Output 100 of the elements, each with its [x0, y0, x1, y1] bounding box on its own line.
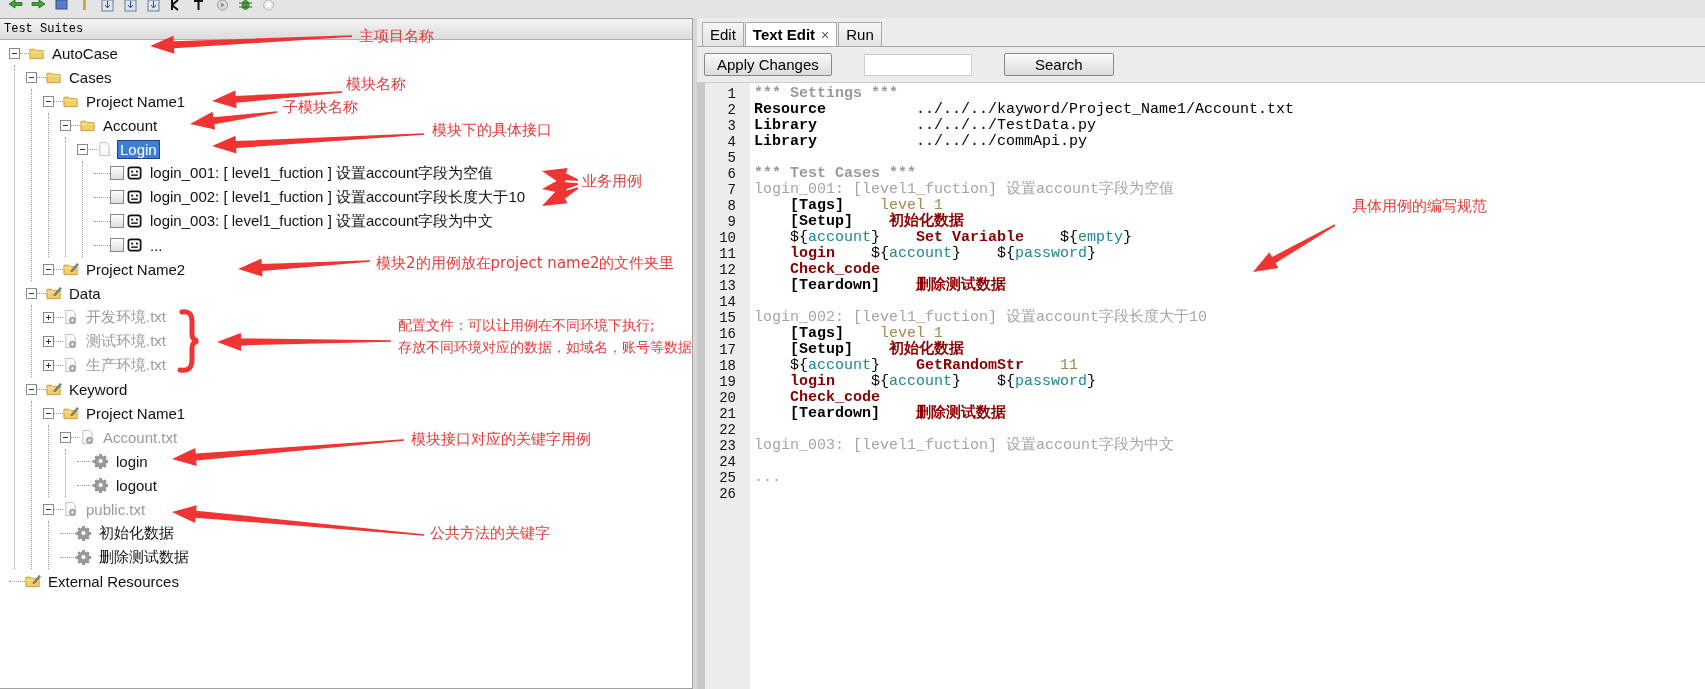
tree-item[interactable]: login_003: [ level1_fuction ] 设置account字段为中文 [147, 210, 497, 232]
search-field[interactable] [863, 53, 972, 76]
gear-page-icon [80, 429, 96, 445]
tab[interactable]: Run [838, 22, 882, 46]
expand-toggle[interactable] [43, 359, 54, 371]
tree-item[interactable]: 初始化数据 [96, 522, 177, 544]
code-token: account [889, 246, 953, 262]
line-number: 2 [726, 102, 737, 118]
expand-toggle[interactable] [43, 311, 54, 323]
tree-item[interactable]: login_001: [ level1_fuction ] 设置account字段为空值 [147, 162, 497, 184]
annotation-text: 配置文件：可以让用例在不同环境下执行; [398, 317, 655, 335]
tree-item[interactable]: 删除测试数据 [96, 546, 192, 568]
collapse-toggle[interactable] [43, 503, 54, 515]
tree-item[interactable]: ... [147, 235, 166, 255]
robot-face-icon [127, 237, 143, 253]
gear-page-icon [63, 501, 79, 517]
checkbox[interactable] [110, 166, 124, 180]
annotation-text: 模块接口对应的关键字用例 [411, 430, 591, 449]
code-token: account [889, 374, 953, 390]
code-token: Set Variable [915, 230, 1025, 246]
apply-changes-button[interactable]: Apply Changes [704, 53, 832, 76]
code-token: ../../../kayword/Project_Name1/Account.txt [915, 102, 1295, 118]
tab[interactable]: Text Edit × [744, 22, 838, 46]
code-token: ${ [996, 246, 1016, 262]
robot-face-icon [127, 213, 143, 229]
line-number: 4 [726, 134, 737, 150]
collapse-toggle[interactable] [26, 71, 37, 83]
gear-page-icon [63, 357, 79, 373]
code-token: [Tags] [789, 198, 844, 214]
line-number: 3 [726, 118, 737, 134]
collapse-toggle[interactable] [43, 407, 54, 419]
line-number: 26 [718, 486, 737, 502]
search-button[interactable]: Search [1003, 53, 1114, 76]
robot-face-icon [127, 189, 143, 205]
code-token: [Setup] [789, 214, 854, 230]
checkbox[interactable] [110, 238, 124, 252]
checkbox[interactable] [110, 190, 124, 204]
tree-item[interactable]: login [113, 451, 151, 471]
folder-pen-icon [63, 405, 79, 421]
collapse-toggle[interactable] [60, 119, 71, 131]
tree-item[interactable]: Project Name1 [83, 91, 189, 111]
collapse-toggle[interactable] [77, 143, 88, 155]
tree-item[interactable]: logout [113, 475, 160, 495]
save-icon[interactable] [54, 0, 69, 13]
line-number: 11 [718, 246, 737, 262]
code-token: [Teardown] [789, 406, 881, 422]
line-number: 16 [718, 326, 737, 342]
line-number: 21 [718, 406, 737, 422]
collapse-toggle[interactable] [9, 47, 20, 59]
code-token: } [1087, 246, 1097, 262]
code-token: [Teardown] [789, 278, 881, 294]
line-number: 15 [718, 310, 737, 326]
annotation-text: 子模块名称 [283, 98, 358, 117]
bug-icon[interactable] [238, 0, 253, 13]
tab[interactable]: Edit [702, 22, 744, 46]
code-token: 11 [1059, 358, 1079, 374]
tree-item[interactable]: login_002: [ level1_fuction ] 设置account字段长度大于10 [147, 186, 529, 208]
code-token: account [808, 358, 872, 374]
tree-item[interactable]: Login [117, 139, 160, 159]
gear-page-icon [63, 309, 79, 325]
line-number: 20 [718, 390, 737, 406]
download-icon[interactable] [100, 0, 115, 13]
collapse-toggle[interactable] [26, 287, 37, 299]
line-number: 18 [718, 358, 737, 374]
play-icon[interactable] [215, 0, 230, 13]
tree-item[interactable]: External Resources [45, 571, 182, 591]
code-token: ... [754, 470, 781, 486]
download-icon[interactable] [146, 0, 161, 13]
code-token: ${ [789, 358, 808, 374]
tree-item[interactable]: Keyword [66, 379, 131, 399]
line-number: 10 [718, 230, 737, 246]
expand-toggle[interactable] [43, 335, 54, 347]
collapse-toggle[interactable] [43, 95, 54, 107]
collapse-toggle[interactable] [60, 431, 71, 443]
folder-pen-icon [46, 381, 62, 397]
collapse-toggle[interactable] [43, 263, 54, 275]
code-token: ${ [996, 374, 1016, 390]
checkbox[interactable] [110, 214, 124, 228]
tree-item[interactable]: Data [66, 283, 104, 303]
line-number: 19 [718, 374, 737, 390]
line-number: 23 [718, 438, 737, 454]
code-token: Check_code [789, 262, 881, 278]
collapse-toggle[interactable] [26, 383, 37, 395]
line-number: 24 [718, 454, 737, 470]
code-token: login_002: [level1_fuction] 设置account字段长度大于10 [754, 310, 1208, 326]
code-token: ${ [870, 246, 890, 262]
tree-item[interactable]: AutoCase [49, 43, 121, 63]
annotation-text: 主项目名称 [359, 27, 434, 46]
tree-item[interactable]: Project Name2 [83, 259, 189, 279]
code-token: Check_code [789, 390, 881, 406]
code-token: 删除测试数据 [915, 278, 1007, 294]
tree-item[interactable]: Account [100, 115, 161, 135]
tree-item[interactable]: Cases [66, 67, 115, 87]
line-number: 12 [718, 262, 737, 278]
annotation-text: 具体用例的编写规范 [1352, 197, 1487, 216]
line-number: 17 [718, 342, 737, 358]
tree-item[interactable]: Project Name1 [83, 403, 189, 423]
download-icon[interactable] [123, 0, 138, 13]
line-number: 14 [718, 294, 737, 310]
close-icon[interactable]: × [821, 26, 830, 43]
